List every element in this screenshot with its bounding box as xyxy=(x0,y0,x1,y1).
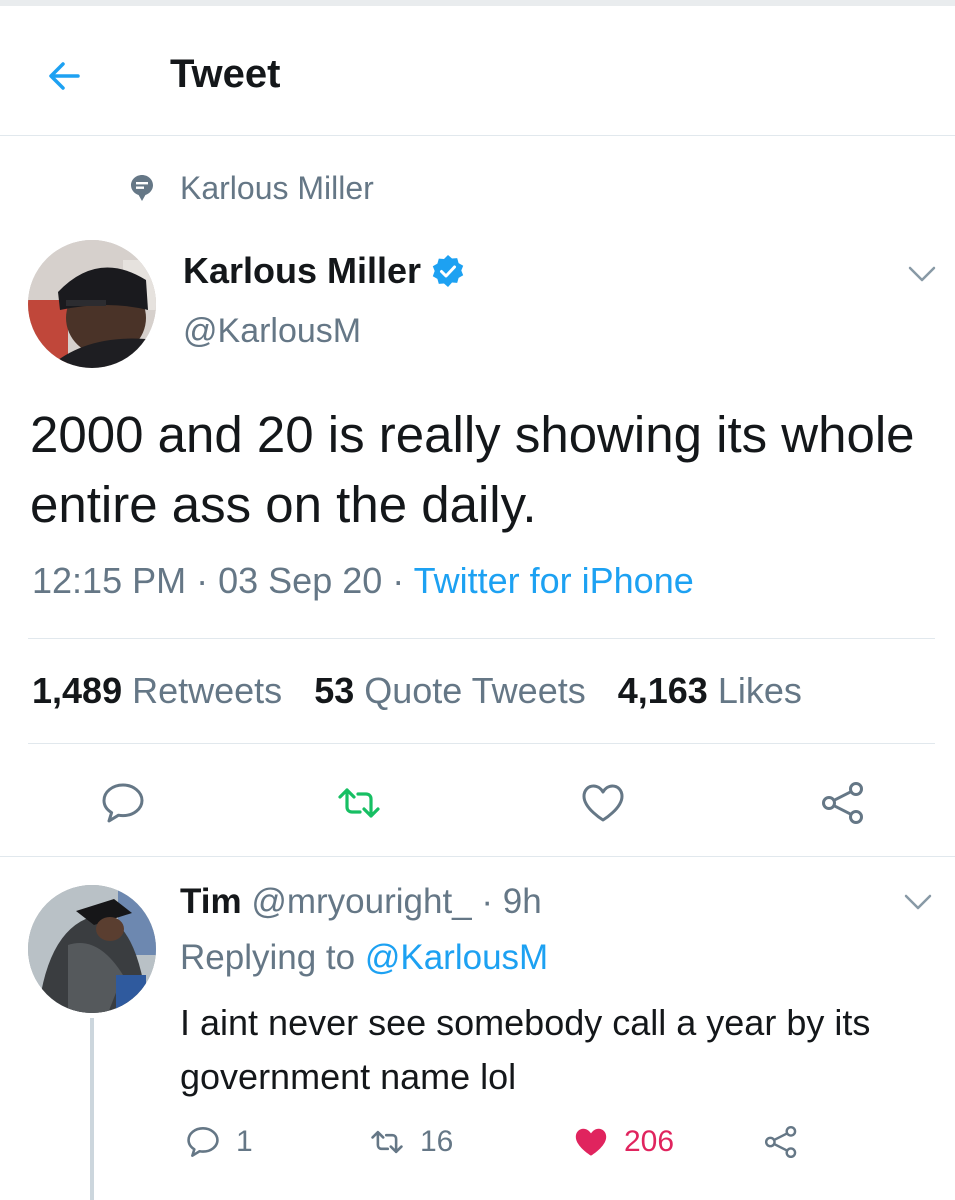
reply-share-button[interactable] xyxy=(762,1122,800,1162)
divider xyxy=(28,743,935,744)
meta-separator: · xyxy=(392,560,414,601)
reply-likes-count: 206 xyxy=(624,1125,675,1158)
replying-to: Replying to @KarlousM xyxy=(180,938,548,978)
replying-to-mention[interactable]: @KarlousM xyxy=(365,938,548,977)
pin-icon xyxy=(131,175,153,201)
author-handle[interactable]: @KarlousM xyxy=(183,312,361,351)
chevron-down-icon[interactable] xyxy=(904,262,940,286)
reply-handle-time[interactable]: @mryouright_ · 9h xyxy=(251,882,541,921)
thread-line xyxy=(90,1018,94,1200)
reply-replies-count: 1 xyxy=(236,1125,253,1158)
likes-count: 4,163 xyxy=(617,670,708,711)
tweet-date: 03 Sep 20 xyxy=(218,560,383,601)
like-icon[interactable] xyxy=(578,778,628,828)
reply-avatar[interactable] xyxy=(28,885,156,1013)
quote-tweets-count: 53 xyxy=(314,670,355,711)
tweet-stats: 1,489 Retweets 53 Quote Tweets 4,163 Lik… xyxy=(32,670,834,712)
arrow-left-icon[interactable] xyxy=(44,56,84,96)
tweet-time: 12:15 PM xyxy=(32,560,187,601)
replying-to-prefix: Replying to xyxy=(180,938,356,977)
reply-retweet-button[interactable]: 16 xyxy=(368,1122,453,1162)
verified-badge-icon xyxy=(432,255,464,287)
tweet-source-link[interactable]: Twitter for iPhone xyxy=(414,560,694,601)
header-bar: Tweet xyxy=(0,6,955,136)
retweets-stat[interactable]: 1,489 Retweets xyxy=(32,670,282,712)
author-name[interactable]: Karlous Miller xyxy=(183,250,465,292)
tweet-text: 2000 and 20 is really showing its whole … xyxy=(30,406,915,533)
tweet-meta: 12:15 PM · 03 Sep 20 · Twitter for iPhon… xyxy=(32,560,694,602)
meta-separator: · xyxy=(196,560,219,601)
reply-reply-button[interactable]: 1 xyxy=(184,1122,253,1162)
heart-filled-icon xyxy=(575,1128,607,1156)
divider xyxy=(0,856,955,857)
reply-icon xyxy=(187,1127,219,1157)
avatar[interactable] xyxy=(28,240,156,368)
reply-retweets-count: 16 xyxy=(420,1125,454,1158)
pinned-indicator: Karlous Miller xyxy=(130,168,374,208)
share-icon xyxy=(764,1125,797,1159)
likes-label: Likes xyxy=(717,670,802,711)
likes-stat[interactable]: 4,163 Likes xyxy=(618,670,802,712)
page-title: Tweet xyxy=(170,52,281,96)
divider xyxy=(28,638,935,639)
reply-icon[interactable] xyxy=(98,778,148,828)
reply-header: Tim @mryouright_ · 9h xyxy=(180,882,542,922)
reply-like-button[interactable]: 206 xyxy=(572,1122,674,1162)
quote-tweets-stat[interactable]: 53 Quote Tweets xyxy=(314,670,586,712)
retweets-label: Retweets xyxy=(132,670,283,711)
retweet-icon[interactable] xyxy=(334,778,384,828)
reply-text: I aint never see somebody call a year by… xyxy=(180,1002,871,1097)
share-icon[interactable] xyxy=(818,778,868,828)
chevron-down-icon[interactable] xyxy=(900,890,936,914)
quote-tweets-label: Quote Tweets xyxy=(364,670,586,711)
retweets-count: 1,489 xyxy=(32,670,123,711)
pinned-label: Karlous Miller xyxy=(180,169,374,206)
retweet-icon xyxy=(371,1130,403,1154)
author-name-text: Karlous Miller xyxy=(183,250,422,291)
reply-author-name[interactable]: Tim xyxy=(180,882,242,921)
